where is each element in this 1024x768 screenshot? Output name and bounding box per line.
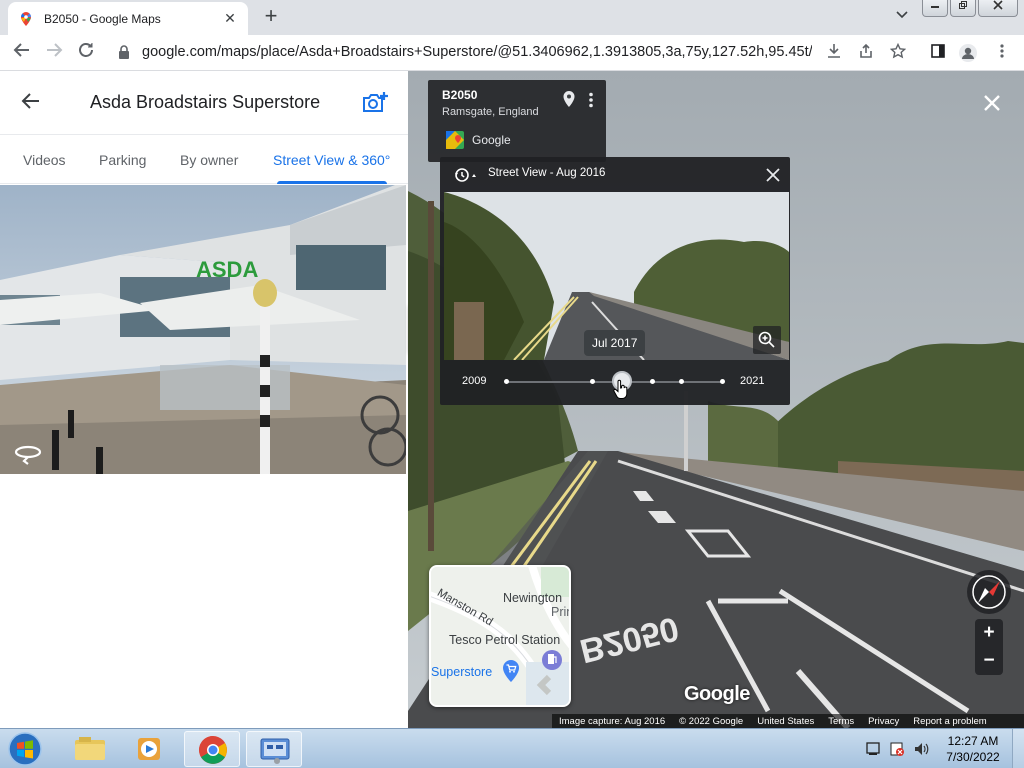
report-problem-link[interactable]: Report a problem <box>913 716 986 727</box>
copyright-text: © 2022 Google <box>679 715 744 727</box>
active-tab-indicator <box>277 181 387 184</box>
place-side-panel: Asda Broadstairs Superstore Videos Parki… <box>0 71 408 728</box>
region-link[interactable]: United States <box>757 716 814 727</box>
timeline-dot[interactable] <box>720 379 725 384</box>
address-bar[interactable]: google.com/maps/place/Asda+Broadstairs+S… <box>142 44 812 60</box>
media-player-icon <box>138 738 160 760</box>
clock-time: 12:27 AM <box>947 734 999 748</box>
provider-label: Google <box>472 133 511 147</box>
taskbar-chrome[interactable] <box>184 731 240 767</box>
map-store-label: Superstore <box>431 665 493 679</box>
tab-by-owner[interactable]: By owner <box>180 152 238 168</box>
zoom-in-button[interactable]: + <box>975 619 1003 647</box>
profile-avatar-icon[interactable] <box>958 43 978 63</box>
forward-icon[interactable] <box>42 41 66 65</box>
browser-toolbar: google.com/maps/place/Asda+Broadstairs+S… <box>0 35 1024 71</box>
more-menu-icon[interactable] <box>992 43 1012 63</box>
date-tooltip: Jul 2017 <box>584 330 646 356</box>
360-rotate-icon[interactable] <box>14 443 42 465</box>
address-card: B2050 Ramsgate, England <box>428 80 606 162</box>
bookmark-star-icon[interactable] <box>888 42 908 63</box>
hand-cursor-icon <box>613 379 628 399</box>
street-view-panorama[interactable]: B2050 B2050 Ramsgate, England Google Str… <box>408 71 1024 728</box>
browser-tab[interactable]: B2050 - Google Maps ✕ <box>8 2 248 35</box>
close-street-view-icon[interactable] <box>980 91 1004 115</box>
lock-icon[interactable] <box>118 45 130 59</box>
share-icon[interactable] <box>856 43 876 63</box>
close-window-button[interactable] <box>978 0 1018 17</box>
photo-category-tabs: Videos Parking By owner Street View & 36… <box>0 134 408 184</box>
mini-map[interactable]: Manston Rd Newington Prin Tesco Petrol S… <box>429 565 571 707</box>
tab-close-icon[interactable]: ✕ <box>222 10 238 27</box>
image-capture-date: Image capture: Aug 2016 <box>559 715 666 727</box>
tab-videos[interactable]: Videos <box>23 152 66 168</box>
place-title: Asda Broadstairs Superstore <box>90 92 321 112</box>
tab-strip: B2050 - Google Maps ✕ + <box>0 0 1024 35</box>
map-footer: Image capture: Aug 2016 © 2022 Google Un… <box>552 714 1024 728</box>
back-arrow-icon[interactable] <box>20 90 44 114</box>
add-photo-icon[interactable] <box>362 91 388 115</box>
window-controls <box>922 0 1018 17</box>
zoom-preview-icon[interactable] <box>753 326 781 354</box>
google-maps-logo-icon <box>446 131 464 149</box>
map-poi-label: Tesco Petrol Station <box>449 633 561 647</box>
taskbar-file-explorer[interactable] <box>62 731 118 767</box>
timeline-dot[interactable] <box>504 379 509 384</box>
windows-taskbar: 12:27 AM 7/30/2022 <box>0 728 1024 768</box>
close-time-travel-icon[interactable] <box>764 166 782 184</box>
google-watermark: Google <box>684 683 750 705</box>
map-pin-icon[interactable] <box>562 90 576 108</box>
privacy-link[interactable]: Privacy <box>868 716 899 727</box>
new-tab-button[interactable]: + <box>258 4 284 30</box>
zoom-controls: + − <box>975 619 1003 675</box>
tab-title: B2050 - Google Maps <box>44 11 161 26</box>
compass-icon[interactable] <box>966 569 1012 615</box>
map-area-label-2: Prin <box>551 605 569 619</box>
minimize-button[interactable] <box>922 0 948 17</box>
timeline-dot[interactable] <box>650 379 655 384</box>
time-travel-panel: Street View - Aug 2016 Jul 2017 2009 202… <box>440 157 790 405</box>
gas-station-pin-icon[interactable] <box>541 649 563 673</box>
reload-icon[interactable] <box>74 41 98 65</box>
clock-date: 7/30/2022 <box>946 750 1000 764</box>
timeline-dot[interactable] <box>590 379 595 384</box>
taskbar-media-player[interactable] <box>122 731 178 767</box>
tab-street-view-360[interactable]: Street View & 360° <box>273 152 390 168</box>
chrome-icon <box>199 736 227 764</box>
show-desktop-button[interactable] <box>1012 729 1024 768</box>
svg-text:ASDA: ASDA <box>196 257 258 282</box>
tab-search-chevron-icon[interactable] <box>896 8 908 22</box>
start-year-label: 2009 <box>462 375 487 387</box>
system-clock[interactable]: 12:27 AM 7/30/2022 <box>945 733 1001 765</box>
back-icon[interactable] <box>10 41 34 65</box>
time-travel-title: Street View - Aug 2016 <box>488 167 606 179</box>
folder-icon <box>75 737 105 760</box>
system-tray-icons[interactable] <box>865 741 935 757</box>
timeline-dot[interactable] <box>679 379 684 384</box>
end-year-label: 2021 <box>740 375 765 387</box>
google-maps-pin-icon <box>20 11 32 26</box>
terms-link[interactable]: Terms <box>828 716 854 727</box>
windows-start-icon[interactable] <box>6 731 44 767</box>
more-options-icon[interactable] <box>588 92 594 108</box>
download-icon[interactable] <box>824 43 844 63</box>
store-street-view-photo[interactable]: ASDA <box>0 185 406 474</box>
shopping-cart-pin-icon[interactable] <box>501 659 521 683</box>
side-panel-icon[interactable] <box>928 43 948 63</box>
taskbar-network-app[interactable] <box>246 731 302 767</box>
zoom-out-button[interactable]: − <box>975 647 1003 675</box>
tab-parking[interactable]: Parking <box>99 152 146 168</box>
history-clock-icon[interactable] <box>454 167 478 183</box>
map-area-label: Newington <box>503 591 563 605</box>
network-app-icon <box>260 738 290 764</box>
restore-button[interactable] <box>950 0 976 17</box>
